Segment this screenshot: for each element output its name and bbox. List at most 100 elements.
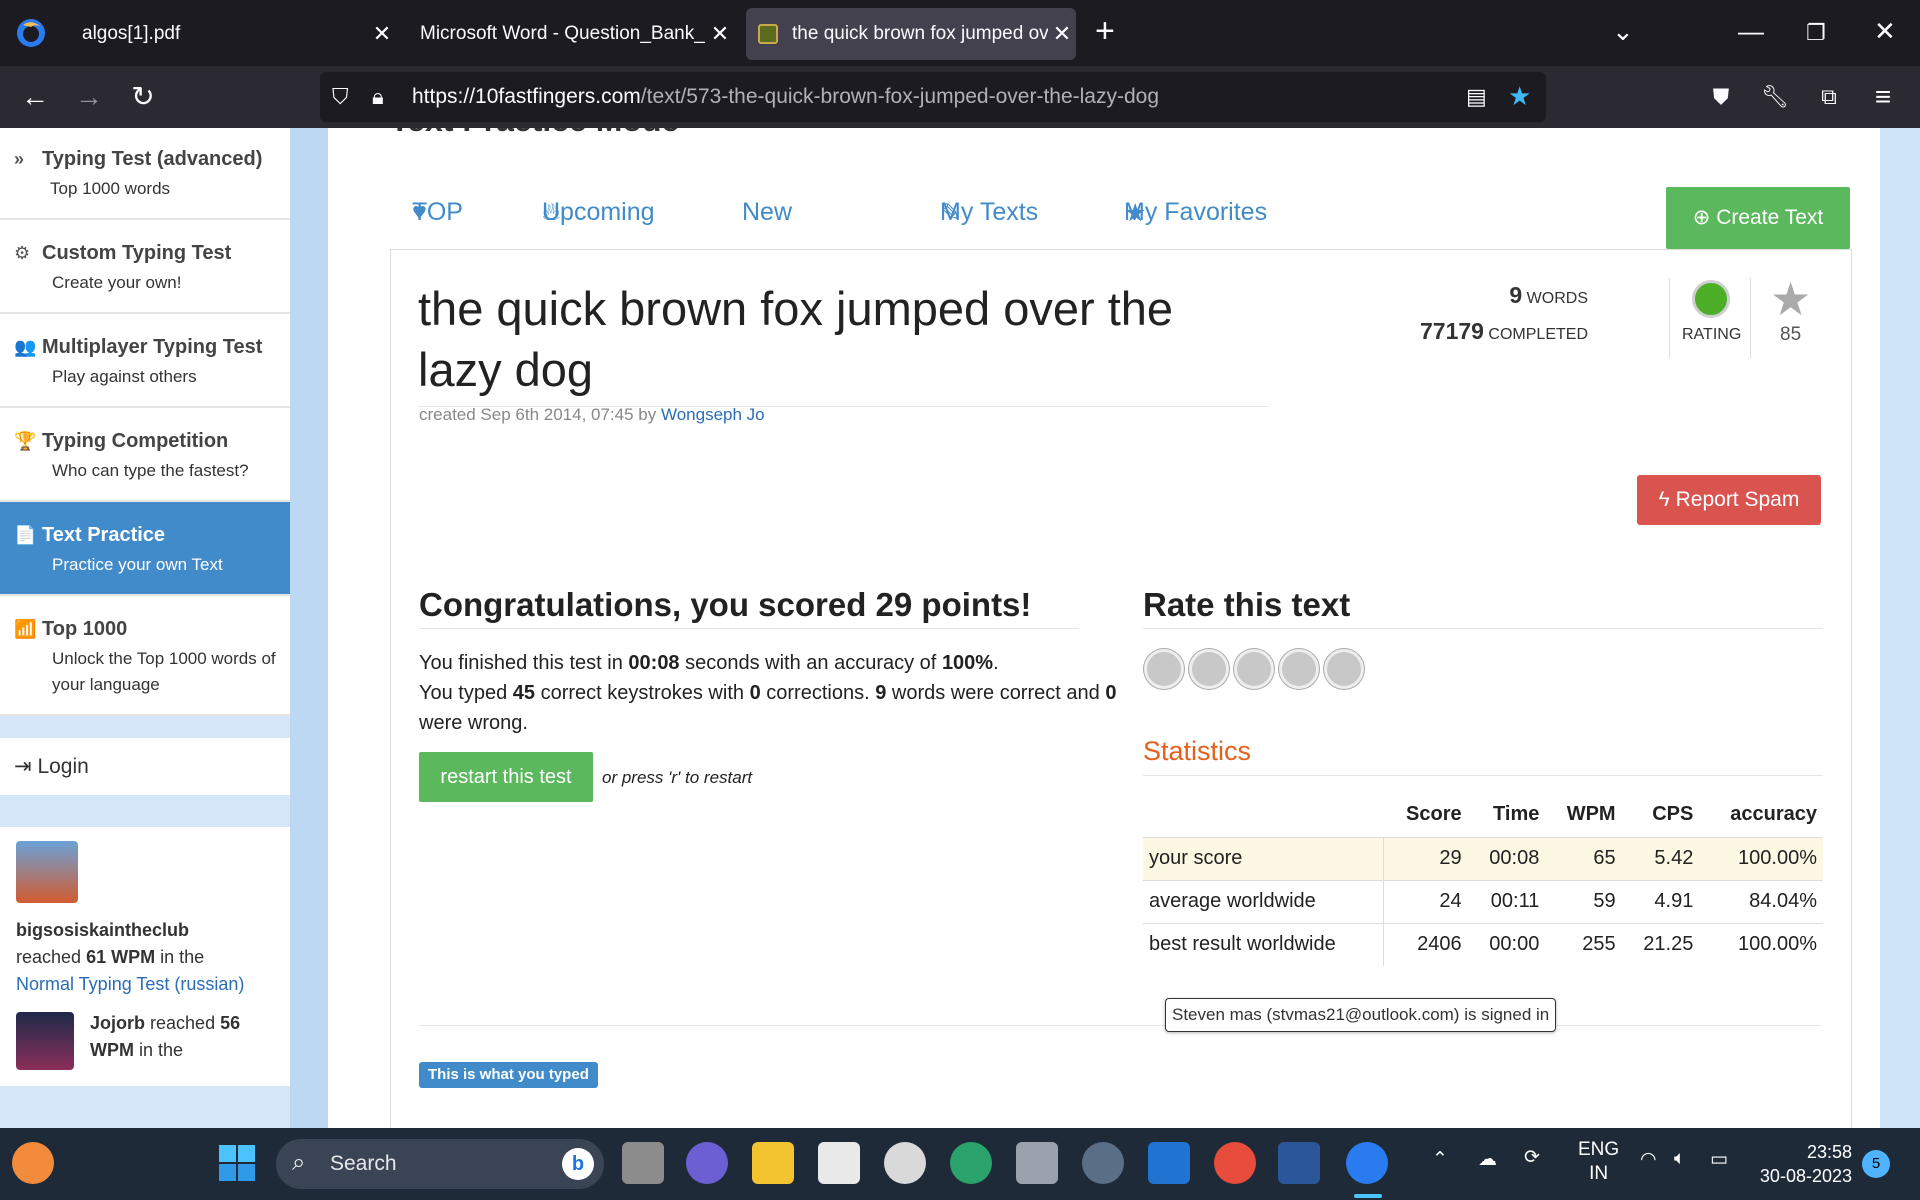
bing-icon[interactable]: b (562, 1148, 594, 1180)
tab-label: My Favorites (1124, 198, 1268, 226)
sidebar-item-competition[interactable]: 🏆 Typing Competition Who can type the fas… (0, 408, 290, 502)
chrome-icon[interactable] (1214, 1142, 1256, 1184)
words-count: 9 (1509, 282, 1523, 308)
table-cell: 4.91 (1621, 879, 1700, 923)
close-icon[interactable]: ✕ (706, 21, 734, 47)
text-title: the quick brown fox jumped over the lazy… (418, 278, 1268, 407)
close-icon[interactable]: ✕ (1048, 21, 1076, 47)
widgets-icon[interactable] (12, 1142, 54, 1184)
wifi-icon[interactable]: ◠ (1640, 1148, 1657, 1171)
shield-icon[interactable]: ⛉ (332, 84, 349, 110)
close-icon[interactable]: ✕ (368, 21, 396, 47)
trophy-icon: 🏆 (14, 431, 37, 451)
firefox-icon[interactable] (14, 16, 48, 50)
url-text[interactable]: https://10fastfingers.com/text/573-the-q… (412, 85, 1159, 109)
window-close-icon[interactable]: ✕ (1874, 16, 1896, 47)
feed-wpm: 61 WPM (86, 947, 156, 967)
divider (419, 1025, 1821, 1026)
teams-chat-icon[interactable] (686, 1142, 728, 1184)
feed-username[interactable]: Jojorb (90, 1013, 145, 1033)
lang-label: ENG (1578, 1139, 1620, 1160)
tab-word-doc[interactable]: Microsoft Word - Question_Bank_IA ✕ (404, 8, 734, 60)
rating-circle-2[interactable] (1189, 649, 1229, 689)
sidebar-item-typing-test[interactable]: » Typing Test (advanced) Top 1000 words (0, 128, 290, 220)
language-indicator[interactable]: ENG IN (1578, 1138, 1619, 1186)
extensions-icon[interactable]: ⧉ (1812, 80, 1846, 114)
word-icon[interactable] (1278, 1142, 1320, 1184)
sidebar-item-text-practice[interactable]: 📄 Text Practice Practice your own Text (0, 502, 290, 596)
table-cell: 21.25 (1621, 922, 1700, 966)
sidebar-item-custom-test[interactable]: ⚙ Custom Typing Test Create your own! (0, 220, 290, 314)
rating-indicator (1692, 280, 1730, 318)
file-explorer-icon[interactable] (752, 1142, 794, 1184)
tab-algos-pdf[interactable]: algos[1].pdf ✕ (66, 8, 396, 60)
feed-text: in the (139, 1040, 184, 1060)
windows-start-icon[interactable] (218, 1144, 256, 1182)
author-link[interactable]: Wongseph Jo (661, 405, 765, 424)
sidebar-item-top1000[interactable]: 📶 Top 1000 Unlock the Top 1000 words of y… (0, 596, 290, 716)
report-spam-button[interactable]: ϟ Report Spam (1637, 475, 1821, 525)
microsoft-store-icon[interactable] (818, 1142, 860, 1184)
bookmark-star-icon[interactable]: ★ (1508, 81, 1531, 112)
rating-label: RATING (1682, 326, 1742, 343)
feed-username[interactable]: bigsosiskaintheclub (16, 920, 189, 940)
table-cell: 24 (1383, 879, 1468, 923)
firefox-taskbar-icon[interactable] (1346, 1142, 1388, 1184)
feed-text: reached (16, 947, 82, 967)
minimize-icon[interactable]: — (1738, 16, 1764, 47)
app-icon[interactable] (1016, 1142, 1058, 1184)
wrench-icon[interactable]: 🔧︎ (1758, 80, 1792, 114)
clock-app-icon[interactable] (884, 1142, 926, 1184)
reload-icon[interactable]: ↻ (126, 80, 160, 114)
reader-view-icon[interactable]: ▤ (1466, 84, 1487, 110)
tray-chevron-icon[interactable]: ⌃ (1432, 1148, 1448, 1171)
rating-circle-4[interactable] (1279, 649, 1319, 689)
restore-icon[interactable]: ❐ (1806, 20, 1826, 46)
onedrive-icon[interactable]: ☁ (1478, 1148, 1497, 1171)
edge-icon[interactable] (950, 1142, 992, 1184)
volume-icon[interactable]: 🔈︎ (1674, 1148, 1685, 1170)
sidebar: » Typing Test (advanced) Top 1000 words ⚙… (0, 128, 290, 1086)
taskbar-search[interactable]: ⌕ Search b (276, 1139, 604, 1189)
defender-icon[interactable] (1148, 1142, 1190, 1184)
menu-icon[interactable]: ≡ (1866, 80, 1900, 114)
notification-badge[interactable]: 5 (1862, 1150, 1890, 1178)
back-icon[interactable]: ← (18, 80, 52, 114)
sidebar-item-sub: Practice your own Text (52, 555, 223, 574)
windows-taskbar: ⌕ Search b ⌃ ☁ ⟳ ENG IN ◠ 🔈︎ ▭ 23:58 30-08… (0, 1128, 1920, 1200)
avatar[interactable] (16, 1012, 74, 1070)
new-tab-button[interactable]: + (1095, 12, 1115, 51)
signal-icon: 📶 (14, 619, 37, 639)
sidebar-item-label: Multiplayer Typing Test (42, 336, 263, 358)
score-heading: Congratulations, you scored 29 points! (419, 586, 1079, 629)
create-text-button[interactable]: ⊕ Create Text (1666, 187, 1850, 249)
pocket-icon[interactable]: ⛊ (1704, 80, 1738, 114)
clock[interactable]: 23:58 30-08-2023 (1736, 1140, 1852, 1188)
rating-circle-1[interactable] (1144, 649, 1184, 689)
tab-current-page[interactable]: the quick brown fox jumped over the lazy… (746, 8, 1076, 60)
feed-entry: Jojorb reached 56 WPM in the (16, 1012, 274, 1072)
rating-circle-5[interactable] (1324, 649, 1364, 689)
task-view-icon[interactable] (622, 1142, 664, 1184)
tab-label: New (742, 198, 793, 226)
feed-test-link[interactable]: Normal Typing Test (russian) (16, 974, 244, 994)
avatar[interactable] (16, 841, 78, 903)
battery-icon[interactable]: ▭ (1710, 1148, 1728, 1171)
rating-circle-3[interactable] (1234, 649, 1274, 689)
lock-icon[interactable]: 🔒︎ (372, 84, 384, 110)
tab-list-chevron-icon[interactable]: ⌄ (1612, 16, 1634, 47)
login-link[interactable]: ⇥ Login (0, 738, 290, 795)
favorite-star-icon[interactable]: ★ (1770, 272, 1811, 326)
forward-icon[interactable]: → (72, 80, 106, 114)
sidebar-item-label: Typing Competition (42, 430, 229, 452)
url-bar[interactable]: ⛉ 🔒︎ https://10fastfingers.com/text/573-… (320, 72, 1546, 122)
restart-button[interactable]: restart this test (419, 752, 593, 802)
sync-icon[interactable]: ⟳ (1524, 1146, 1540, 1169)
words-label: WORDS (1526, 290, 1588, 307)
clock-date: 30-08-2023 (1759, 1166, 1852, 1186)
sidebar-item-multiplayer[interactable]: 👥 Multiplayer Typing Test Play against ot… (0, 314, 290, 408)
sidebar-item-label: Custom Typing Test (42, 242, 232, 264)
settings-icon[interactable] (1082, 1142, 1124, 1184)
restart-hint: or press 'r' to restart (602, 768, 753, 787)
bolt-icon: ϟ (1658, 488, 1676, 511)
